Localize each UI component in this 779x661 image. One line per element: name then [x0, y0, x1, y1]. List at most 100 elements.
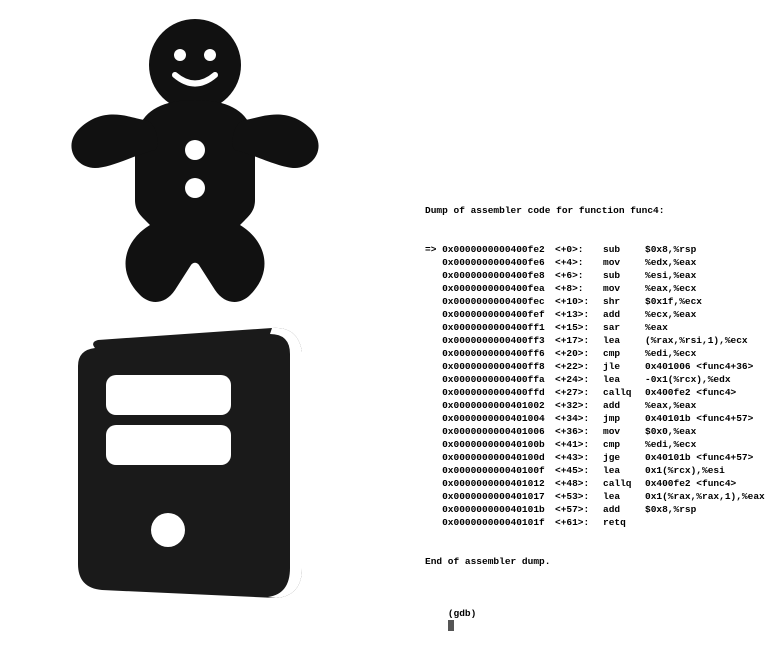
disassembly-dump: Dump of assembler code for function func…	[425, 178, 765, 661]
asm-mnemonic: lea	[603, 464, 645, 477]
asm-mnemonic: lea	[603, 490, 645, 503]
asm-operands: 0x400fe2 <func4>	[645, 386, 736, 399]
asm-line: 0x0000000000400fea<+8>:mov%eax,%ecx	[425, 282, 765, 295]
asm-operands: (%rax,%rsi,1),%ecx	[645, 334, 748, 347]
asm-offset: <+53>:	[555, 490, 603, 503]
asm-line: => 0x0000000000400fe2<+0>:sub$0x8,%rsp	[425, 243, 765, 256]
asm-mnemonic: add	[603, 399, 645, 412]
asm-mnemonic: jge	[603, 451, 645, 464]
asm-line: 0x0000000000400ff3<+17>:lea(%rax,%rsi,1)…	[425, 334, 765, 347]
asm-address: 0x0000000000400fef	[425, 308, 555, 321]
asm-mnemonic: lea	[603, 334, 645, 347]
asm-mnemonic: retq	[603, 516, 645, 529]
dump-header: Dump of assembler code for function func…	[425, 204, 765, 217]
asm-offset: <+20>:	[555, 347, 603, 360]
asm-offset: <+8>:	[555, 282, 603, 295]
asm-address: 0x000000000040100b	[425, 438, 555, 451]
asm-operands: 0x1(%rax,%rax,1),%eax	[645, 490, 765, 503]
asm-offset: <+4>:	[555, 256, 603, 269]
asm-mnemonic: lea	[603, 373, 645, 386]
asm-address: 0x000000000040101b	[425, 503, 555, 516]
asm-address: 0x0000000000401006	[425, 425, 555, 438]
asm-address: 0x000000000040100f	[425, 464, 555, 477]
asm-offset: <+45>:	[555, 464, 603, 477]
gdb-prompt: (gdb)	[448, 608, 482, 619]
asm-offset: <+32>:	[555, 399, 603, 412]
asm-offset: <+0>:	[555, 243, 603, 256]
asm-address: 0x0000000000400fea	[425, 282, 555, 295]
asm-mnemonic: jle	[603, 360, 645, 373]
gdb-prompt-line: (gdb)	[425, 594, 765, 648]
asm-offset: <+24>:	[555, 373, 603, 386]
server-icon	[40, 320, 330, 610]
asm-line: 0x0000000000400ff8<+22>:jle0x401006 <fun…	[425, 360, 765, 373]
asm-offset: <+57>:	[555, 503, 603, 516]
asm-line: 0x000000000040100f<+45>:lea0x1(%rcx),%es…	[425, 464, 765, 477]
asm-operands: $0x8,%rsp	[645, 243, 696, 256]
asm-line: 0x0000000000400fec<+10>:shr$0x1f,%ecx	[425, 295, 765, 308]
asm-operands: %eax	[645, 321, 668, 334]
asm-address: 0x0000000000401017	[425, 490, 555, 503]
gingerbread-icon	[40, 10, 340, 310]
asm-mnemonic: jmp	[603, 412, 645, 425]
asm-address: 0x0000000000400ff3	[425, 334, 555, 347]
asm-operands: $0x8,%rsp	[645, 503, 696, 516]
asm-line: 0x000000000040101b<+57>:add$0x8,%rsp	[425, 503, 765, 516]
asm-address: 0x0000000000400ffa	[425, 373, 555, 386]
asm-operands: 0x1(%rcx),%esi	[645, 464, 725, 477]
asm-line: 0x0000000000401017<+53>:lea0x1(%rax,%rax…	[425, 490, 765, 503]
asm-offset: <+15>:	[555, 321, 603, 334]
asm-line: 0x000000000040101f<+61>:retq	[425, 516, 765, 529]
asm-line: 0x0000000000400fef<+13>:add%ecx,%eax	[425, 308, 765, 321]
asm-line: 0x000000000040100d<+43>:jge0x40101b <fun…	[425, 451, 765, 464]
asm-line: 0x0000000000400ff6<+20>:cmp%edi,%ecx	[425, 347, 765, 360]
asm-line: 0x0000000000401004<+34>:jmp0x40101b <fun…	[425, 412, 765, 425]
asm-address: 0x0000000000400ff6	[425, 347, 555, 360]
asm-line: 0x0000000000400ffd<+27>:callq0x400fe2 <f…	[425, 386, 765, 399]
asm-line: 0x0000000000401012<+48>:callq0x400fe2 <f…	[425, 477, 765, 490]
asm-mnemonic: shr	[603, 295, 645, 308]
asm-operands: %edx,%eax	[645, 256, 696, 269]
asm-offset: <+13>:	[555, 308, 603, 321]
asm-line: 0x0000000000401006<+36>:mov$0x0,%eax	[425, 425, 765, 438]
asm-address: 0x0000000000401012	[425, 477, 555, 490]
asm-line: 0x0000000000400fe6<+4>:mov%edx,%eax	[425, 256, 765, 269]
asm-offset: <+17>:	[555, 334, 603, 347]
asm-operands: 0x40101b <func4+57>	[645, 412, 753, 425]
asm-mnemonic: callq	[603, 386, 645, 399]
asm-operands: $0x1f,%ecx	[645, 295, 702, 308]
asm-address: => 0x0000000000400fe2	[425, 243, 555, 256]
asm-offset: <+27>:	[555, 386, 603, 399]
asm-address: 0x0000000000401004	[425, 412, 555, 425]
asm-offset: <+6>:	[555, 269, 603, 282]
asm-offset: <+36>:	[555, 425, 603, 438]
asm-offset: <+22>:	[555, 360, 603, 373]
asm-line: 0x000000000040100b<+41>:cmp%edi,%ecx	[425, 438, 765, 451]
asm-offset: <+61>:	[555, 516, 603, 529]
asm-address: 0x0000000000400ffd	[425, 386, 555, 399]
dump-footer: End of assembler dump.	[425, 555, 765, 568]
asm-address: 0x0000000000400fe8	[425, 269, 555, 282]
asm-offset: <+10>:	[555, 295, 603, 308]
asm-offset: <+41>:	[555, 438, 603, 451]
asm-operands: %eax,%ecx	[645, 282, 696, 295]
asm-mnemonic: cmp	[603, 438, 645, 451]
asm-line: 0x0000000000400ffa<+24>:lea-0x1(%rcx),%e…	[425, 373, 765, 386]
asm-mnemonic: mov	[603, 425, 645, 438]
asm-operands: $0x0,%eax	[645, 425, 696, 438]
asm-mnemonic: sub	[603, 269, 645, 282]
asm-offset: <+43>:	[555, 451, 603, 464]
asm-address: 0x0000000000400ff8	[425, 360, 555, 373]
asm-address: 0x0000000000401002	[425, 399, 555, 412]
asm-line: 0x0000000000400fe8<+6>:sub%esi,%eax	[425, 269, 765, 282]
asm-address: 0x0000000000400fe6	[425, 256, 555, 269]
asm-mnemonic: mov	[603, 282, 645, 295]
asm-mnemonic: add	[603, 503, 645, 516]
asm-mnemonic: add	[603, 308, 645, 321]
asm-mnemonic: callq	[603, 477, 645, 490]
asm-mnemonic: mov	[603, 256, 645, 269]
asm-mnemonic: sar	[603, 321, 645, 334]
cursor-icon	[448, 620, 454, 631]
asm-operands: %ecx,%eax	[645, 308, 696, 321]
asm-operands: %eax,%eax	[645, 399, 696, 412]
